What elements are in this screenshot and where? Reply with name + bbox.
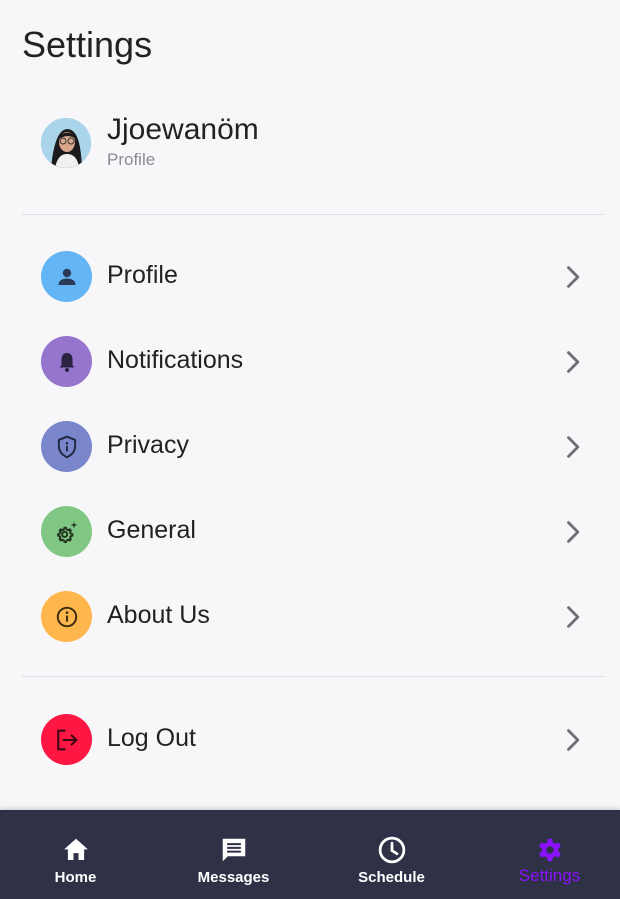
nav-label: Settings [518,866,581,885]
settings-item-general[interactable]: General [41,506,586,558]
nav-item-settings[interactable]: Settings [472,810,620,899]
divider [22,676,604,677]
settings-item-label: Privacy [107,431,189,459]
clock-icon [378,836,405,864]
settings-item-profile[interactable]: Profile [41,251,586,303]
settings-item-label: Notifications [107,346,244,374]
settings-item-notifications[interactable]: Notifications [41,336,586,388]
logout-label: Log Out [107,724,196,752]
nav-item-messages[interactable]: Messages [156,810,311,899]
divider [22,214,604,215]
nav-label: Schedule [358,869,425,886]
page-title: Settings [22,24,153,65]
user-name: Jjoewanöm [107,113,259,146]
gear-sparkle-icon [41,506,92,557]
bell-icon [41,336,92,387]
gear-icon [538,838,561,862]
chevron-right-icon [567,266,580,288]
info-icon [41,591,92,642]
settings-item-label: About Us [107,601,210,629]
nav-label: Messages [197,869,270,886]
bottom-navigation: Home Messages Schedule Settings [0,810,620,899]
nav-item-home[interactable]: Home [0,810,153,899]
settings-item-label: General [107,516,196,544]
message-icon [222,838,245,862]
user-subtitle: Profile [107,150,156,169]
chevron-right-icon [567,351,580,373]
chevron-right-icon [567,606,580,628]
settings-item-privacy[interactable]: Privacy [41,421,586,473]
avatar [41,118,91,168]
chevron-right-icon [567,436,580,458]
user-profile-card[interactable]: Jjoewanöm Profile [41,113,581,170]
logout-icon [41,714,92,765]
home-icon [63,838,88,860]
person-icon [41,251,92,302]
chevron-right-icon [567,521,580,543]
shield-icon [41,421,92,472]
settings-item-about-us[interactable]: About Us [41,591,586,643]
logout-button[interactable]: Log Out [41,714,586,766]
chevron-right-icon [567,729,580,751]
settings-item-label: Profile [107,261,178,289]
nav-item-schedule[interactable]: Schedule [314,810,469,899]
nav-label: Home [54,869,97,886]
